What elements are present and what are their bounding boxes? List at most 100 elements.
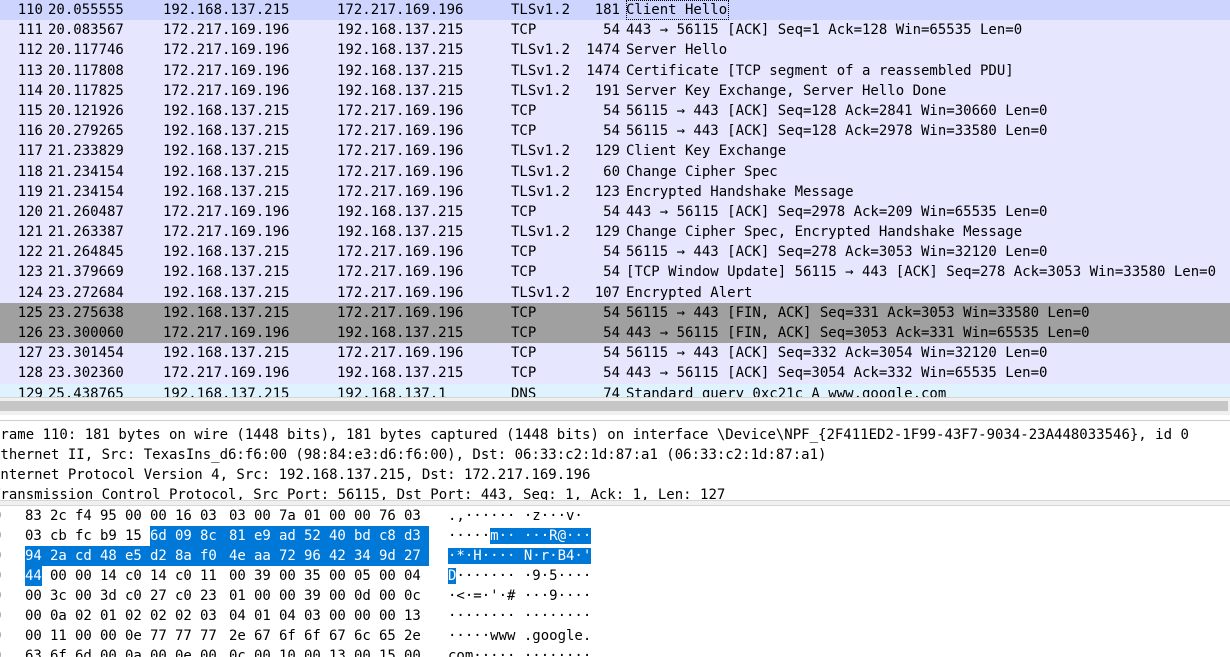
hex-byte[interactable]: 00	[379, 606, 396, 626]
hex-byte[interactable]: 03	[404, 506, 421, 526]
hex-byte[interactable]: 00	[150, 646, 167, 657]
hex-byte[interactable]: 03	[200, 506, 217, 526]
hex-row[interactable]: 0 63 6f 6d 00 0a 00 0e 00 0c 00 10 00 13 00 15 00 com····…	[0, 646, 1230, 657]
hex-byte[interactable]: 00	[150, 506, 167, 526]
hex-byte[interactable]: f0	[200, 546, 229, 566]
packet-bytes-pane[interactable]: 0832cf4950000160303007a0100007603.,·····…	[0, 505, 1230, 657]
hex-byte[interactable]: 00	[279, 566, 296, 586]
hex-byte[interactable]: 00	[304, 646, 321, 657]
packet-row[interactable]: 120 21.260487 172.217.169.196 192.168.137.2…	[0, 201, 1230, 223]
hex-byte[interactable]: e9	[254, 526, 279, 546]
packet-row[interactable]: 113 20.117808 172.217.169.196 192.168.137.2…	[0, 60, 1230, 81]
detail-frame[interactable]: Frame 110: 181 bytes on wire (1448 bits)…	[0, 425, 1189, 445]
hex-byte[interactable]: 00	[354, 606, 371, 626]
hex-byte[interactable]: 00	[25, 606, 42, 626]
hex-byte[interactable]: 40	[329, 526, 354, 546]
hex-ascii[interactable]: ·····m·· ···R@···	[448, 526, 592, 546]
hex-byte[interactable]: 95	[100, 506, 117, 526]
hex-byte[interactable]: 6d	[75, 646, 92, 657]
hex-byte[interactable]: 2c	[50, 506, 67, 526]
hex-byte[interactable]: 15	[379, 646, 396, 657]
hex-byte[interactable]: 00	[100, 646, 117, 657]
hex-ascii[interactable]: ·*·H···· N·r·B4·'	[448, 546, 592, 566]
hex-byte[interactable]: 34	[354, 546, 379, 566]
hex-byte[interactable]: 10	[279, 646, 296, 657]
hex-byte[interactable]: 00	[254, 506, 271, 526]
packet-row[interactable]: 123 21.379669 192.168.137.215 172.217.169.1…	[0, 262, 1230, 283]
hex-byte[interactable]: 0e	[125, 626, 142, 646]
hex-byte[interactable]: 00	[100, 626, 117, 646]
hex-byte[interactable]: 0e	[175, 646, 192, 657]
hex-byte[interactable]: 6d	[150, 526, 175, 546]
packet-row[interactable]: 121 21.263387 172.217.169.196 192.168.137.2…	[0, 222, 1230, 243]
hex-byte[interactable]: 42	[329, 546, 354, 566]
hex-byte[interactable]: 27	[404, 546, 429, 566]
hex-byte[interactable]: 39	[254, 566, 271, 586]
hex-byte[interactable]: f4	[75, 506, 92, 526]
scrollbar-thumb[interactable]	[0, 401, 1228, 411]
hex-byte[interactable]: c0	[125, 586, 142, 606]
hex-byte[interactable]: 0a	[125, 646, 142, 657]
hex-byte[interactable]: 83	[25, 506, 42, 526]
hex-byte[interactable]: 96	[304, 546, 329, 566]
hex-byte[interactable]: 01	[304, 506, 321, 526]
hex-byte[interactable]: 01	[229, 586, 246, 606]
packet-row[interactable]: 117 21.233829 192.168.137.215 172.217.169.1…	[0, 141, 1230, 162]
hex-byte[interactable]: 48	[100, 546, 125, 566]
hex-ascii[interactable]: .,······ ·z···v·	[448, 506, 583, 526]
hex-byte[interactable]: 02	[150, 606, 167, 626]
hex-byte[interactable]: 00	[329, 566, 346, 586]
hex-byte[interactable]: 6f	[279, 626, 296, 646]
hex-byte[interactable]: 63	[25, 646, 42, 657]
hex-byte[interactable]: 6f	[50, 646, 67, 657]
hex-byte[interactable]: 15	[125, 526, 142, 546]
packet-row[interactable]: 114 20.117825 172.217.169.196 192.168.137.2…	[0, 80, 1230, 101]
hex-byte[interactable]: 00	[404, 646, 421, 657]
hex-byte[interactable]: 04	[404, 566, 421, 586]
hex-byte[interactable]: 00	[25, 586, 42, 606]
hex-byte[interactable]: 00	[25, 626, 42, 646]
hex-byte[interactable]: 81	[229, 526, 254, 546]
hex-byte[interactable]: 05	[354, 566, 371, 586]
hex-byte[interactable]: 00	[229, 566, 246, 586]
hex-byte[interactable]: 0d	[354, 586, 371, 606]
hex-byte[interactable]: 2a	[50, 546, 75, 566]
hex-byte[interactable]: c8	[379, 526, 404, 546]
packet-row[interactable]: 112 20.117746 172.217.169.196 192.168.137.2…	[0, 40, 1230, 61]
hex-row[interactable]: 0003c003dc027c02301000039000d000c·<·=·'·…	[0, 586, 1230, 606]
hex-byte[interactable]: 13	[404, 606, 421, 626]
packet-row[interactable]: 127 23.301454 192.168.137.215 172.217.169.1…	[0, 343, 1230, 364]
hex-byte[interactable]: 00	[329, 586, 346, 606]
hex-byte[interactable]: aa	[254, 546, 279, 566]
hex-byte[interactable]: bd	[354, 526, 379, 546]
hex-byte[interactable]: 00	[379, 566, 396, 586]
hex-byte[interactable]: 44	[25, 566, 42, 586]
hex-byte[interactable]: 00	[50, 566, 67, 586]
hex-byte[interactable]: 39	[304, 586, 321, 606]
hex-row[interactable]: 0 44 00 00 14 c0 14 c0 11 00 39 00 35 00 05 00 04 D······…	[0, 566, 1230, 586]
hex-ascii[interactable]: ·····www .google.	[448, 626, 591, 646]
hex-byte[interactable]: 00	[75, 566, 92, 586]
hex-row[interactable]: 0000a0201020202030401040300000013·······…	[0, 606, 1230, 626]
hex-byte[interactable]: 3d	[100, 586, 117, 606]
hex-byte[interactable]: 14	[150, 566, 167, 586]
packet-list-horizontal-scrollbar[interactable]	[0, 397, 1230, 415]
packet-row[interactable]: 118 21.234154 192.168.137.215 172.217.169.1…	[0, 161, 1230, 182]
packet-row[interactable]: 129 25.438765 192.168.137.215 192.168.137.1…	[0, 383, 1230, 397]
packet-row[interactable]: 116 20.279265 192.168.137.215 172.217.169.1…	[0, 121, 1230, 142]
hex-byte[interactable]: fc	[75, 526, 92, 546]
hex-byte[interactable]: 00	[354, 506, 371, 526]
hex-byte[interactable]: 00	[379, 586, 396, 606]
hex-byte[interactable]: 4e	[229, 546, 254, 566]
hex-byte[interactable]: ad	[279, 526, 304, 546]
hex-byte[interactable]: 7a	[279, 506, 296, 526]
hex-byte[interactable]: d3	[404, 526, 429, 546]
hex-byte[interactable]: 02	[125, 606, 142, 626]
hex-byte[interactable]: cb	[50, 526, 67, 546]
packet-row[interactable]: 111 20.083567 172.217.169.196 192.168.137.2…	[0, 20, 1230, 41]
packet-row[interactable]: 119 21.234154 192.168.137.215 172.217.169.1…	[0, 181, 1230, 202]
packet-row[interactable]: 122 21.264845 192.168.137.215 172.217.169.1…	[0, 242, 1230, 263]
hex-byte[interactable]: d2	[150, 546, 175, 566]
hex-byte[interactable]: 8c	[200, 526, 229, 546]
hex-byte[interactable]: 0c	[404, 586, 421, 606]
